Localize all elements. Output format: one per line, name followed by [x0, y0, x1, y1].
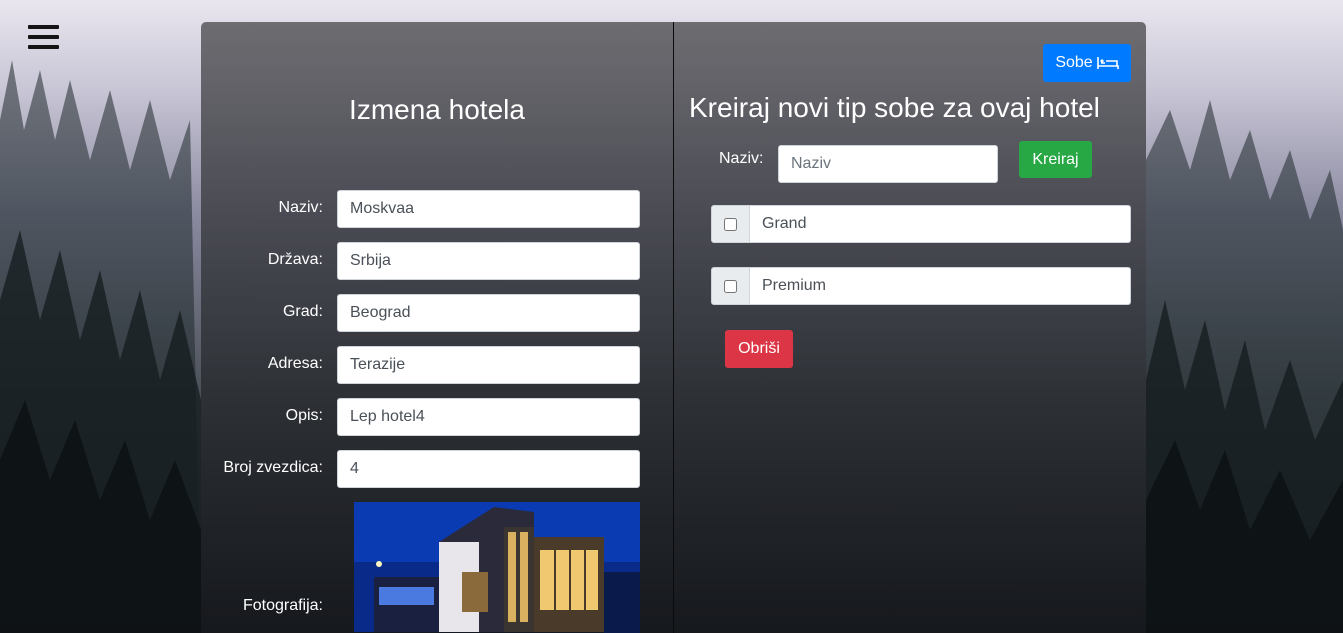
- address-label: Adresa:: [267, 355, 323, 372]
- name-input[interactable]: Moskvaa: [337, 190, 640, 228]
- create-button[interactable]: Kreiraj: [1019, 141, 1092, 178]
- room-type-checkbox[interactable]: [724, 279, 737, 293]
- hamburger-icon[interactable]: [28, 25, 59, 51]
- stars-input[interactable]: 4: [337, 450, 640, 488]
- country-input[interactable]: Srbija: [337, 242, 640, 280]
- delete-button[interactable]: Obriši: [725, 330, 793, 368]
- stars-label: Broj zvezdica:: [223, 459, 323, 476]
- room-type-name: Grand: [750, 205, 1131, 243]
- country-label: Država:: [267, 251, 323, 268]
- room-type-checkbox[interactable]: [724, 217, 737, 231]
- room-type-row: Premium: [711, 267, 1131, 305]
- address-input[interactable]: Terazije: [337, 346, 640, 384]
- photo-label: Fotografija:: [242, 597, 323, 614]
- rooms-button-label: Sobe: [1055, 54, 1093, 71]
- room-type-row: Grand: [711, 205, 1131, 243]
- name-label: Naziv:: [278, 199, 323, 216]
- create-room-type-title: Kreiraj novi tip sobe za ovaj hotel: [689, 92, 1100, 123]
- room-name-input[interactable]: [778, 145, 998, 183]
- room-type-name: Premium: [750, 267, 1131, 305]
- rooms-button[interactable]: Sobe: [1043, 44, 1131, 82]
- description-label: Opis:: [285, 407, 323, 424]
- edit-hotel-title: Izmena hotela: [349, 94, 525, 125]
- hotel-photo: [354, 502, 640, 633]
- room-name-label: Naziv:: [719, 150, 764, 167]
- room-type-checkbox-wrap: [711, 205, 750, 243]
- hotel-edit-panel: Izmena hotela Naziv: Moskvaa Država: Srb…: [201, 22, 1146, 633]
- room-type-checkbox-wrap: [711, 267, 750, 305]
- bed-icon: [1096, 57, 1119, 69]
- panel-divider: [673, 22, 674, 633]
- description-input[interactable]: Lep hotel4: [337, 398, 640, 436]
- city-label: Grad:: [282, 303, 323, 320]
- city-input[interactable]: Beograd: [337, 294, 640, 332]
